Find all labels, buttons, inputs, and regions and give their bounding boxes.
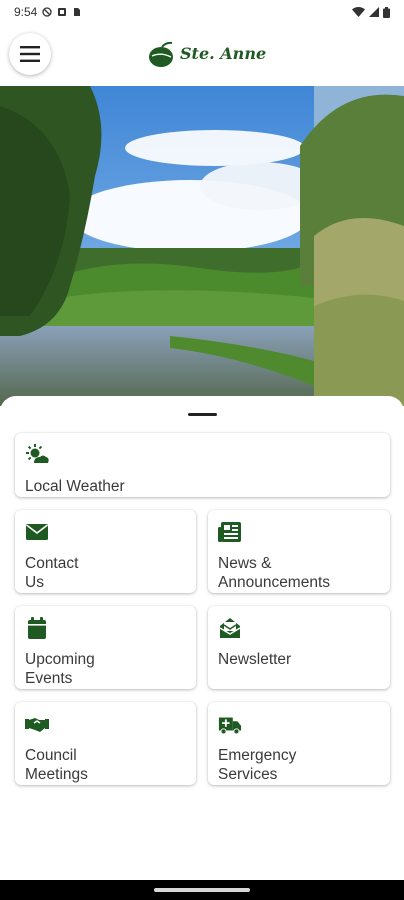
ambulance-icon	[218, 717, 242, 735]
sim-icon	[74, 8, 81, 16]
council-meetings-card[interactable]: Council Meetings	[15, 702, 196, 785]
contact-us-label: Contact Us	[25, 555, 79, 591]
app-header: Ste. Anne	[0, 24, 404, 86]
newsletter-label: Newsletter	[218, 651, 292, 668]
upcoming-events-label: Upcoming Events	[25, 651, 95, 687]
signal-icon	[369, 7, 379, 17]
town-logo: Ste. Anne	[148, 38, 266, 72]
hero-image	[0, 86, 404, 406]
local-weather-card[interactable]: Local Weather	[15, 433, 390, 497]
leaf-logo-icon	[149, 41, 173, 67]
upcoming-events-card[interactable]: Upcoming Events	[15, 606, 196, 689]
bottom-sheet: Local Weather Contact Us News & Announce…	[0, 396, 404, 880]
sheet-drag-handle[interactable]	[188, 413, 217, 416]
envelope-icon	[26, 524, 48, 540]
status-bar: 9:54	[0, 0, 404, 24]
news-announcements-label: News & Announcements	[218, 555, 331, 591]
newsletter-card[interactable]: Newsletter	[208, 606, 390, 689]
local-weather-label: Local Weather	[25, 478, 125, 495]
handshake-icon	[25, 718, 49, 732]
battery-icon	[383, 6, 390, 18]
council-meetings-label: Council Meetings	[25, 747, 88, 783]
wifi-icon	[352, 7, 365, 17]
envelope-open-icon	[219, 618, 241, 638]
status-time: 9:54	[14, 5, 38, 19]
news-announcements-card[interactable]: News & Announcements	[208, 510, 390, 593]
system-navigation-bar	[0, 880, 404, 900]
menu-button[interactable]	[9, 33, 51, 75]
home-gesture-pill[interactable]	[154, 888, 250, 892]
emergency-services-label: Emergency Services	[218, 747, 297, 783]
weather-icon	[26, 444, 49, 463]
newspaper-icon	[218, 522, 241, 542]
contact-us-card[interactable]: Contact Us	[15, 510, 196, 593]
calendar-icon	[28, 617, 46, 639]
emergency-services-card[interactable]: Emergency Services	[208, 702, 390, 785]
notification-icon	[58, 8, 67, 16]
logo-text: Ste. Anne	[180, 44, 267, 63]
do-not-disturb-icon	[42, 7, 53, 17]
hamburger-menu-icon	[20, 46, 40, 62]
